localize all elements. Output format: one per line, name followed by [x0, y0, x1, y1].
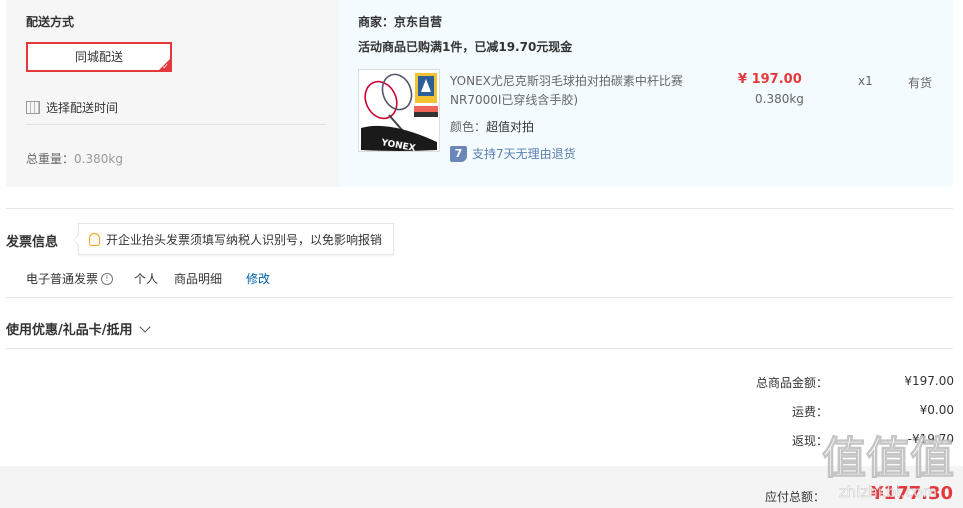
seven-day-return-icon: 7 — [450, 145, 467, 162]
racket-image: YONEX — [361, 73, 438, 151]
coupon-label: 使用优惠/礼品卡/抵用 — [6, 323, 133, 338]
delivery-section: 配送方式 同城配送 ✓ 选择配送时间 总重量：0.380kg 商家：京东自营 活… — [6, 0, 953, 187]
calendar-icon — [26, 101, 40, 114]
shipping-method-label: 同城配送 — [74, 50, 123, 64]
invoice-edit-link[interactable]: 修改 — [246, 270, 270, 287]
product-color: 颜色：超值对拍 — [450, 118, 534, 135]
return-policy[interactable]: 7 支持7天无理由退货 — [450, 145, 576, 162]
watermark-sub: zhizhi.bi.com — [839, 483, 937, 501]
return-policy-label: 支持7天无理由退货 — [472, 147, 576, 161]
section-divider — [6, 297, 953, 298]
payable-total-label: 应付总额： — [764, 490, 825, 504]
merchant-name: 商家：京东自营 — [358, 15, 443, 29]
invoice-title-type: 个人 — [134, 272, 159, 286]
product-thumbnail[interactable]: YONEX — [358, 69, 440, 152]
rebate-label: 返现： — [791, 434, 828, 448]
coupon-toggle[interactable]: 使用优惠/礼品卡/抵用 — [6, 319, 151, 338]
invoice-tooltip: 开企业抬头发票须填写纳税人识别号，以免影响报销 — [72, 223, 395, 255]
shipping-panel: 配送方式 同城配送 ✓ 选择配送时间 总重量：0.380kg — [6, 0, 338, 187]
invoice-tip-text: 开企业抬头发票须填写纳税人识别号，以免影响报销 — [106, 232, 383, 247]
invoice-title: 发票信息 — [6, 235, 59, 250]
freight-value: ¥0.00 — [919, 403, 954, 417]
goods-total-label: 总商品金额： — [755, 376, 828, 390]
total-weight-value: 0.380kg — [74, 152, 123, 166]
stock-status: 有货 — [908, 76, 933, 90]
select-delivery-time-button[interactable]: 选择配送时间 — [26, 99, 118, 116]
section-divider — [6, 348, 953, 349]
product-weight: 0.380kg — [755, 92, 804, 106]
shipping-title: 配送方式 — [26, 15, 75, 29]
chevron-down-icon — [138, 320, 151, 333]
total-weight: 总重量：0.380kg — [26, 150, 123, 167]
goods-total-value: ¥197.00 — [904, 374, 954, 388]
shipping-method-option[interactable]: 同城配送 ✓ — [26, 42, 172, 72]
product-name-link[interactable]: YONEX尤尼克斯羽毛球拍对拍碳素中杆比赛NR7000I已穿线含手胶) — [450, 72, 695, 110]
promo-text: 活动商品已购满1件，已减19.70元现金 — [358, 40, 573, 54]
check-icon: ✓ — [162, 62, 169, 71]
section-divider — [6, 208, 953, 209]
delivery-time-label: 选择配送时间 — [46, 101, 119, 115]
product-price: ¥ 197.00 — [738, 72, 802, 87]
lightbulb-icon — [89, 232, 100, 246]
invoice-type: 电子普通发票 — [26, 272, 99, 286]
watermark-main: 值值值 — [822, 433, 954, 484]
invoice-content: 商品明细 — [174, 272, 223, 286]
invoice-details: 电子普通发票 ! 个人 商品明细 修改 — [26, 270, 270, 287]
divider — [26, 124, 326, 125]
total-weight-label: 总重量： — [26, 152, 75, 166]
product-quantity: x1 — [858, 74, 873, 88]
freight-label: 运费： — [791, 405, 828, 419]
info-icon[interactable]: ! — [101, 272, 114, 285]
color-label: 颜色： — [450, 120, 487, 134]
order-item-panel: 商家：京东自营 活动商品已购满1件，已减19.70元现金 YONEX YONEX… — [338, 0, 953, 187]
color-value: 超值对拍 — [486, 120, 535, 134]
watermark-logo: 值值值 zhizhi.bi.com — [822, 433, 955, 502]
